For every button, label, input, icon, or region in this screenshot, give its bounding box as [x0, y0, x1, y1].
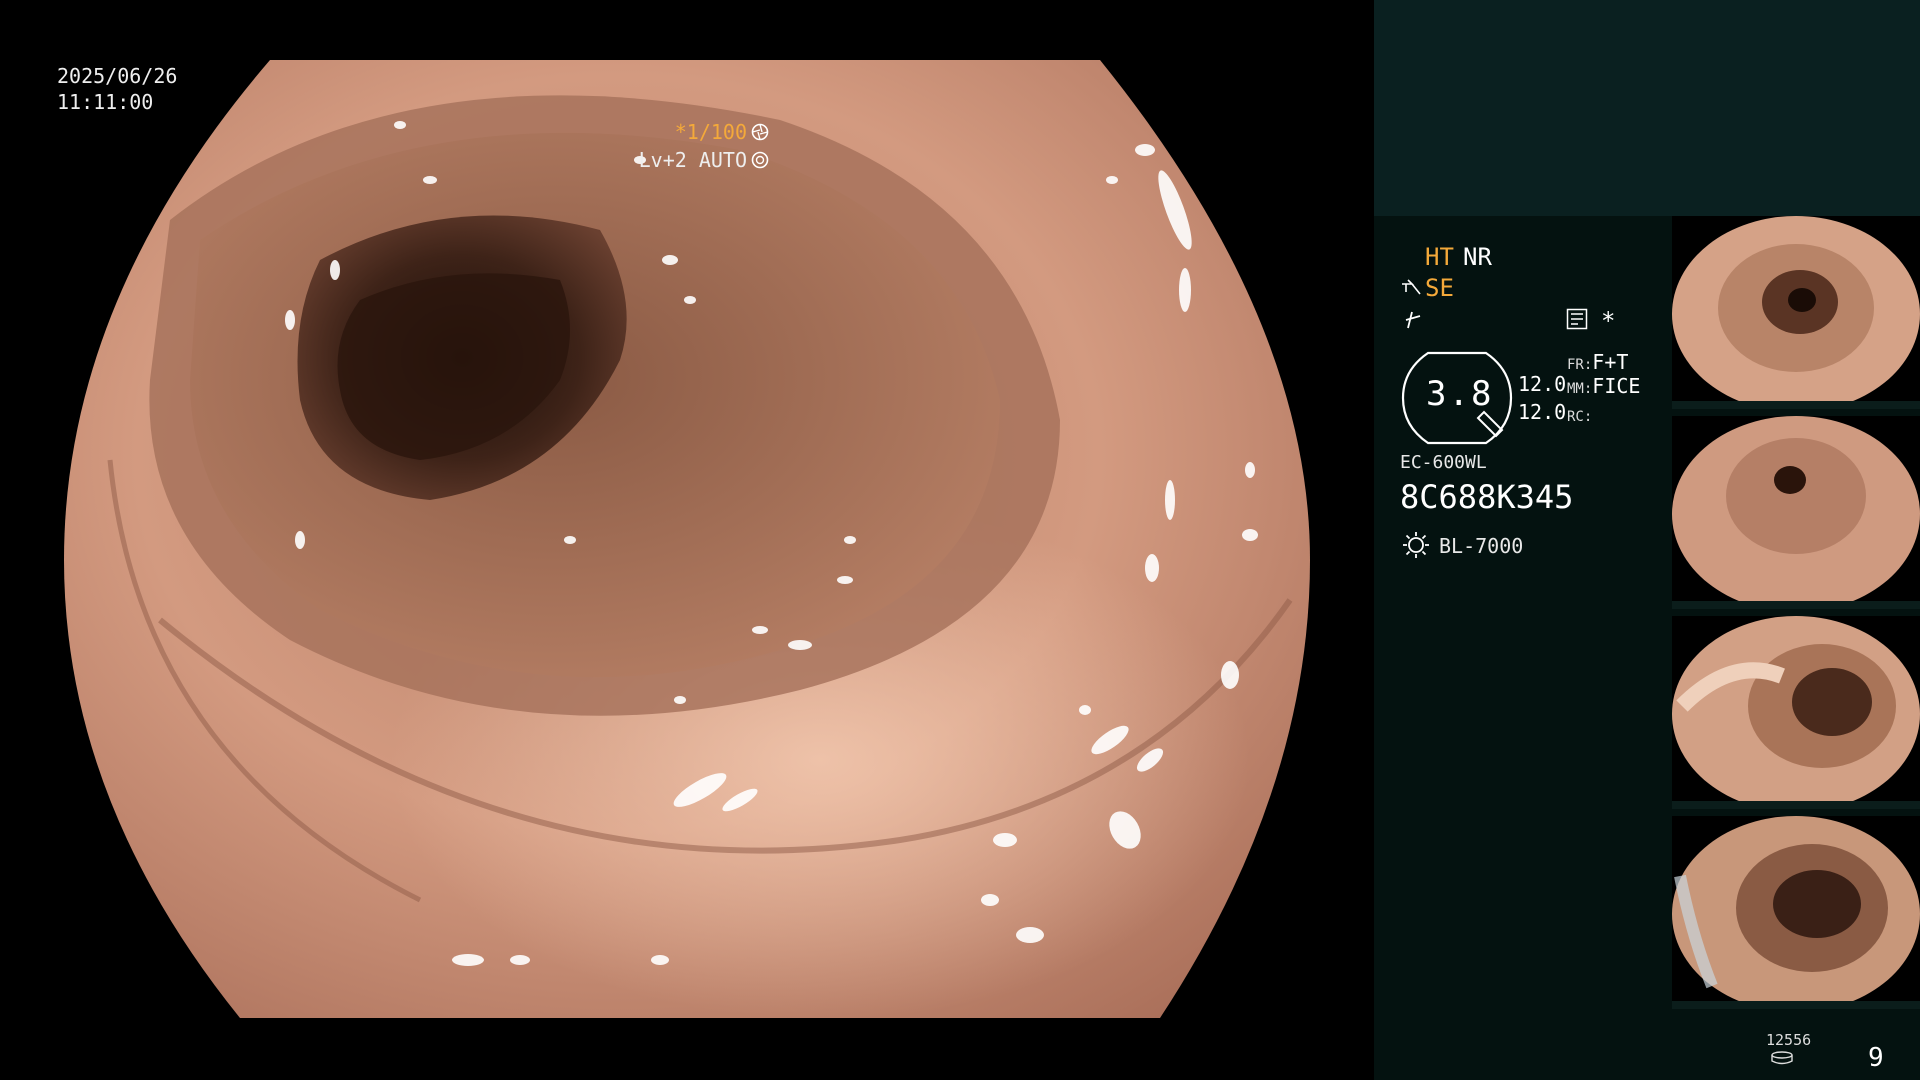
thumbnail-image	[1672, 816, 1920, 1009]
rc-row: RC:	[1567, 404, 1592, 424]
thumbnail-bar	[1672, 601, 1920, 609]
zoom-value: 3.8	[1426, 374, 1494, 414]
lamp-icon	[1401, 530, 1431, 564]
info-panel-header	[1374, 0, 1920, 216]
iris-icon	[751, 151, 769, 172]
scope-serial: 8C688K345	[1400, 478, 1574, 516]
nr-indicator: NR	[1463, 243, 1492, 271]
structure-enhance-icon	[1400, 278, 1424, 302]
light-source-model: BL-7000	[1439, 534, 1524, 558]
exam-date: 2025/06/26	[57, 64, 178, 88]
mm-row: MM:FICE	[1567, 376, 1640, 396]
image-count: 12556	[1766, 1031, 1812, 1049]
thumbnail-image	[1672, 416, 1920, 609]
fr-row: FR:F+T	[1567, 352, 1628, 372]
iris-indicator: Lv+2 AUTO	[590, 130, 769, 192]
mm-label: MM:	[1567, 381, 1593, 397]
exam-time: 11:11:00	[57, 90, 154, 114]
ht-indicator: HT	[1425, 243, 1454, 271]
fr-label: FR:	[1567, 357, 1593, 373]
se-indicator: SE	[1425, 274, 1454, 302]
zoom-line-1: 12.0	[1518, 372, 1567, 396]
mm-value: FICE	[1592, 374, 1641, 398]
captured-thumbnail[interactable]	[1672, 216, 1920, 409]
hook-icon	[1402, 308, 1424, 334]
asterisk-mark: *	[1601, 307, 1616, 335]
captured-thumbnail[interactable]	[1672, 416, 1920, 609]
page-number: 9	[1868, 1043, 1884, 1073]
captured-thumbnail[interactable]	[1672, 616, 1920, 809]
memo-icon	[1566, 308, 1588, 334]
thumbnail-bar	[1672, 1001, 1920, 1009]
rc-label: RC:	[1567, 409, 1593, 425]
storage-icon	[1770, 1050, 1794, 1069]
thumbnail-image	[1672, 216, 1920, 409]
thumbnail-bar	[1672, 801, 1920, 809]
thumbnail-image	[1672, 616, 1920, 809]
scope-model: EC-600WL	[1400, 452, 1487, 473]
captured-thumbnail[interactable]	[1672, 816, 1920, 1009]
thumbnail-bar	[1672, 401, 1920, 409]
fr-value: F+T	[1592, 350, 1629, 374]
endoscope-view: 2025/06/26 11:11:00 *1/100 Lv+2 AUTO	[0, 0, 1374, 1080]
iris-value: Lv+2 AUTO	[638, 148, 747, 172]
zoom-line-2: 12.0	[1518, 400, 1567, 424]
